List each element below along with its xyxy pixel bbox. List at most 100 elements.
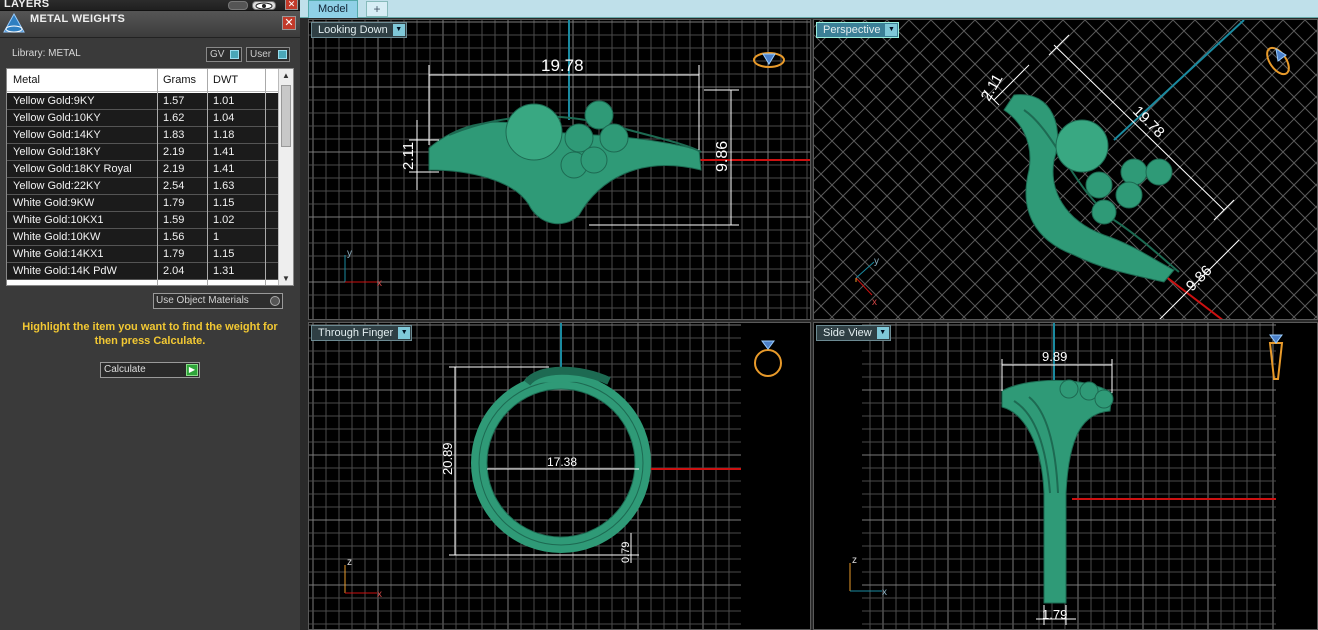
grams-cell: 1.57 bbox=[163, 95, 185, 107]
table-row[interactable]: White Gold:9KW 1.79 1.15 bbox=[7, 195, 279, 212]
viewport-looking-down[interactable]: 19.78 9.86 2.11 y x Looking Down ▼ bbox=[308, 19, 811, 320]
table-row[interactable]: White Gold:14KX1 1.79 1.15 bbox=[7, 246, 279, 263]
axis-x-label: x bbox=[377, 589, 382, 600]
calculate-button[interactable]: Calculate ▶ bbox=[100, 362, 200, 378]
metal-cell: Yellow Gold:18KY Royal bbox=[13, 163, 132, 175]
layers-panel-bar[interactable]: LAYERS ✕ bbox=[0, 0, 300, 11]
metal-cell: Yellow Gold:22KY bbox=[13, 180, 101, 192]
dim-thickness-label: 2.11 bbox=[400, 142, 417, 170]
dwt-cell: 1.04 bbox=[213, 112, 235, 124]
grams-cell: 1.79 bbox=[163, 197, 185, 209]
grams-cell: 2.04 bbox=[163, 265, 185, 277]
gv-toggle[interactable]: GV bbox=[206, 47, 242, 62]
gv-toggle-indicator bbox=[230, 50, 239, 59]
side-view-scene: 9.89 1.79 z x bbox=[814, 323, 1317, 629]
metal-cell: White Gold:14KX1 bbox=[13, 248, 104, 260]
user-toggle[interactable]: User bbox=[246, 47, 290, 62]
dropdown-arrow-icon: ▼ bbox=[885, 24, 898, 36]
metal-cell: Yellow Gold:14KY bbox=[13, 129, 101, 141]
axis-y-label: y bbox=[874, 256, 879, 267]
viewport-menu-perspective[interactable]: Perspective ▼ bbox=[816, 22, 900, 38]
table-row[interactable]: Yellow Gold:14KY 1.83 1.18 bbox=[7, 127, 279, 144]
use-object-materials-toggle[interactable]: Use Object Materials bbox=[153, 293, 283, 309]
column-header-dwt[interactable]: DWT bbox=[213, 74, 238, 86]
viewport-perspective[interactable]: 19.78 9.86 2.11 y x Perspective ▼ bbox=[813, 19, 1318, 320]
scroll-up-icon[interactable]: ▲ bbox=[282, 71, 290, 80]
dropdown-arrow-icon: ▼ bbox=[398, 327, 411, 339]
eye-icon[interactable] bbox=[252, 1, 276, 10]
grams-cell: 2.19 bbox=[163, 146, 185, 158]
ring-thumbnail-icon[interactable] bbox=[753, 52, 785, 68]
metal-cell: Yellow Gold:9KY bbox=[13, 95, 95, 107]
viewport-menu-looking-down[interactable]: Looking Down ▼ bbox=[311, 22, 407, 38]
metal-weights-header: METAL WEIGHTS ✕ bbox=[0, 11, 300, 38]
metal-cell: Yellow Gold:18KY bbox=[13, 146, 101, 158]
table-scrollbar[interactable]: ▲ ▼ bbox=[278, 69, 293, 285]
viewport-side-view[interactable]: 9.89 1.79 z x Side View ▼ bbox=[813, 322, 1318, 630]
column-header-metal[interactable]: Metal bbox=[13, 74, 40, 86]
column-separator bbox=[207, 69, 208, 285]
dwt-cell: 1 bbox=[213, 231, 220, 243]
table-row[interactable]: Yellow Gold:18KY 2.19 1.41 bbox=[7, 144, 279, 161]
viewport-menu-through-finger[interactable]: Through Finger ▼ bbox=[311, 325, 413, 341]
layers-toggle-icon[interactable] bbox=[228, 1, 248, 10]
looking-down-scene: 19.78 9.86 2.11 y x bbox=[309, 20, 810, 319]
dwt-cell: 1.15 bbox=[213, 197, 235, 209]
dim-thickness-label: 2.11 bbox=[978, 71, 1007, 104]
scroll-down-icon[interactable]: ▼ bbox=[282, 274, 290, 283]
grams-cell: 2.19 bbox=[163, 163, 185, 175]
grams-cell: 2.54 bbox=[163, 180, 185, 192]
ring-model bbox=[428, 100, 702, 225]
grams-cell: 1.62 bbox=[163, 112, 185, 124]
table-row[interactable]: White Gold:10KW 1.56 1 bbox=[7, 229, 279, 246]
dwt-cell: 1.31 bbox=[213, 265, 235, 277]
column-header-grams[interactable]: Grams bbox=[163, 74, 196, 86]
metal-cell: White Gold:10KW bbox=[13, 231, 101, 243]
dim-height-label: 20.89 bbox=[440, 442, 455, 475]
metal-cell: White Gold:14K PdW bbox=[13, 265, 117, 277]
scroll-thumb[interactable] bbox=[281, 85, 291, 147]
viewport-mask bbox=[814, 323, 862, 629]
dim-inner-label: 17.38 bbox=[547, 455, 577, 469]
table-row[interactable]: White Gold:10KX1 1.59 1.02 bbox=[7, 212, 279, 229]
metal-weights-table: Metal Grams DWT Yellow Gold:9KY 1.57 1.01 Y… bbox=[6, 68, 294, 286]
axis-x-label: x bbox=[882, 587, 887, 598]
dwt-cell: 1.63 bbox=[213, 180, 235, 192]
viewport-through-finger[interactable]: 20.89 17.38 0.79 z x Through Finger ▼ bbox=[308, 322, 811, 630]
use-object-materials-label: Use Object Materials bbox=[156, 295, 249, 306]
grams-cell: 1.59 bbox=[163, 214, 185, 226]
grams-cell: 1.79 bbox=[163, 248, 185, 260]
viewport-label: Through Finger bbox=[318, 327, 394, 339]
table-body: Yellow Gold:9KY 1.57 1.01 Yellow Gold:10KY 1… bbox=[7, 93, 279, 280]
dim-shank-label: 0.79 bbox=[620, 542, 632, 563]
axis-z-label: z bbox=[852, 555, 857, 566]
table-row[interactable]: Yellow Gold:18KY Royal 2.19 1.41 bbox=[7, 161, 279, 178]
ring-thumbnail-icon[interactable] bbox=[1263, 44, 1293, 78]
table-row[interactable]: Yellow Gold:9KY 1.57 1.01 bbox=[7, 93, 279, 110]
viewport-mask bbox=[1276, 323, 1317, 629]
dim-height-label: 9.86 bbox=[714, 141, 731, 172]
tab-bar: Model + bbox=[300, 0, 1318, 18]
viewport-menu-side-view[interactable]: Side View ▼ bbox=[816, 325, 891, 341]
metal-weights-title: METAL WEIGHTS bbox=[30, 13, 126, 25]
layers-title: LAYERS bbox=[4, 0, 50, 10]
tab-model[interactable]: Model bbox=[308, 0, 358, 18]
perspective-grid bbox=[814, 20, 1317, 319]
metal-weights-close-icon[interactable]: ✕ bbox=[282, 16, 296, 30]
layers-close-icon[interactable]: ✕ bbox=[285, 0, 298, 10]
dwt-cell: 1.02 bbox=[213, 214, 235, 226]
axis-y-label: y bbox=[347, 248, 352, 259]
add-tab-button[interactable]: + bbox=[366, 1, 388, 17]
axis-x-label: x bbox=[377, 278, 382, 289]
grams-cell: 1.83 bbox=[163, 129, 185, 141]
perspective-scene: 19.78 9.86 2.11 y x bbox=[814, 20, 1317, 319]
model-workspace: Model + 19.78 9.86 2.11 y x Looking Down… bbox=[300, 0, 1318, 630]
table-row[interactable]: Yellow Gold:10KY 1.62 1.04 bbox=[7, 110, 279, 127]
metal-cell: Yellow Gold:10KY bbox=[13, 112, 101, 124]
dim-width-label: 19.78 bbox=[541, 56, 584, 75]
table-row[interactable]: Yellow Gold:22KY 2.54 1.63 bbox=[7, 178, 279, 195]
table-row[interactable]: White Gold:14K PdW 2.04 1.31 bbox=[7, 263, 279, 280]
grams-cell: 1.56 bbox=[163, 231, 185, 243]
metal-cell: White Gold:9KW bbox=[13, 197, 95, 209]
metal-cell: White Gold:10KX1 bbox=[13, 214, 104, 226]
